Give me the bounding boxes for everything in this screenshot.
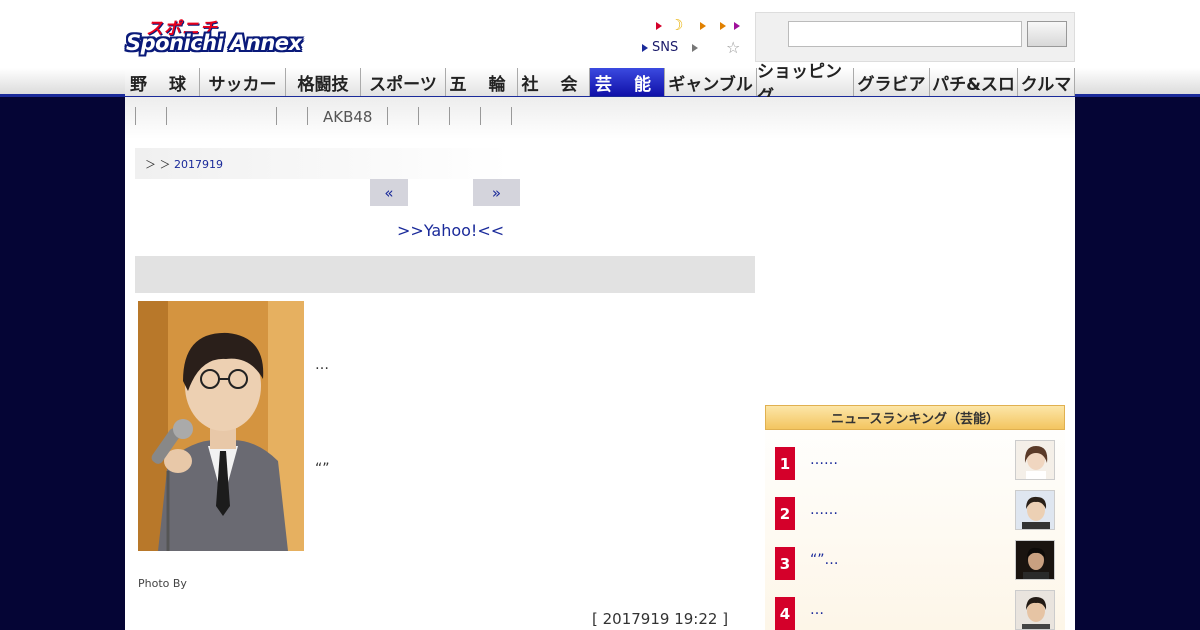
thumbnail-image: [1016, 541, 1054, 579]
prev-article-button[interactable]: «: [370, 179, 408, 206]
arrow-icon: [642, 44, 648, 52]
article-timestamp: [ 2017919 19:22 ]: [592, 610, 729, 628]
nav-baseball[interactable]: 野 球: [125, 68, 200, 96]
rank-headline[interactable]: ……: [810, 452, 838, 468]
search-button[interactable]: [1027, 21, 1067, 47]
site-logo[interactable]: スポニチ Sponichi Annex: [126, 14, 316, 58]
thumbnail-image: [1016, 441, 1054, 479]
next-article-button[interactable]: »: [473, 179, 520, 206]
subnav-akb48[interactable]: AKB48: [323, 108, 372, 126]
thumbnail-image: [1016, 591, 1054, 629]
main-nav-bar: 野 球 サッカー 格闘技 スポーツ 五 輪 社 会 芸 能 ギャンブル ショッピ…: [0, 62, 1200, 107]
article-text: “”: [315, 461, 330, 477]
divider: [135, 107, 136, 125]
main-content: AKB48 ＞ ＞ 2017919 « » >>Yahoo!<< … “” Ph…: [125, 97, 1075, 630]
nav-entertainment[interactable]: 芸 能: [590, 68, 665, 96]
rank-number: 1: [775, 447, 795, 480]
arrow-icon: [720, 22, 726, 30]
rank-number: 2: [775, 497, 795, 530]
divider: [166, 107, 167, 125]
nav-shopping[interactable]: ショッピング: [757, 62, 854, 107]
article-title-bar: [135, 256, 755, 293]
article-text: …: [315, 357, 329, 373]
utility-links: ☽ SNS ☆: [640, 14, 750, 60]
divider: [276, 107, 277, 125]
rank-headline[interactable]: “”…: [810, 552, 839, 568]
rank-number: 4: [775, 597, 795, 630]
nav-cars[interactable]: クルマ: [1018, 68, 1075, 96]
divider: [511, 107, 512, 125]
logo-wordmark: Sponichi Annex: [126, 31, 302, 55]
photo-illustration: [138, 301, 304, 551]
search-area: [755, 12, 1075, 62]
rank-headline[interactable]: …: [810, 602, 824, 618]
arrow-icon: [692, 44, 698, 52]
rank-headline[interactable]: ……: [810, 502, 838, 518]
star-icon[interactable]: ☆: [726, 38, 740, 57]
yahoo-link[interactable]: >>Yahoo!<<: [397, 221, 504, 240]
divider: [480, 107, 481, 125]
nav-gambling[interactable]: ギャンブル: [665, 68, 757, 96]
divider: [449, 107, 450, 125]
news-ranking: ニュースランキング（芸能） 1 …… 2 …… 3 “”… 4 …: [765, 405, 1065, 630]
nav-pachislot[interactable]: パチ&スロ: [930, 68, 1018, 96]
rank-thumbnail[interactable]: [1015, 540, 1055, 580]
breadcrumb: ＞ ＞ 2017919: [135, 148, 510, 179]
site-header: スポニチ Sponichi Annex ☽ SNS ☆: [0, 0, 1200, 68]
ranking-item[interactable]: 2 ……: [765, 490, 1065, 540]
nav-fighting[interactable]: 格闘技: [286, 68, 361, 96]
breadcrumb-date[interactable]: 2017919: [174, 158, 223, 171]
sub-nav: AKB48: [125, 97, 1075, 139]
divider: [418, 107, 419, 125]
ranking-item[interactable]: 1 ……: [765, 440, 1065, 490]
rank-thumbnail[interactable]: [1015, 440, 1055, 480]
nav-sports[interactable]: スポーツ: [361, 68, 446, 96]
arrow-icon: [656, 22, 662, 30]
photo-caption: Photo By: [138, 577, 187, 590]
ranking-item[interactable]: 4 …: [765, 590, 1065, 630]
search-input[interactable]: [788, 21, 1022, 47]
rank-thumbnail[interactable]: [1015, 590, 1055, 630]
article-photo[interactable]: [138, 301, 304, 551]
nav-olympics[interactable]: 五 輪: [446, 68, 518, 96]
moon-icon[interactable]: ☽: [670, 16, 683, 34]
breadcrumb-prefix[interactable]: ＞ ＞: [145, 158, 174, 171]
ranking-item[interactable]: 3 “”…: [765, 540, 1065, 590]
sns-link[interactable]: SNS: [652, 40, 678, 55]
divider: [307, 107, 308, 125]
rank-thumbnail[interactable]: [1015, 490, 1055, 530]
divider: [387, 107, 388, 125]
main-nav: 野 球 サッカー 格闘技 スポーツ 五 輪 社 会 芸 能 ギャンブル ショッピ…: [125, 62, 1075, 107]
nav-soccer[interactable]: サッカー: [200, 68, 286, 96]
arrow-icon: [700, 22, 706, 30]
nav-gravure[interactable]: グラビア: [854, 68, 930, 96]
thumbnail-image: [1016, 491, 1054, 529]
arrow-icon: [734, 22, 740, 30]
ranking-title: ニュースランキング（芸能）: [765, 405, 1065, 430]
nav-society[interactable]: 社 会: [518, 68, 590, 96]
rank-number: 3: [775, 547, 795, 580]
